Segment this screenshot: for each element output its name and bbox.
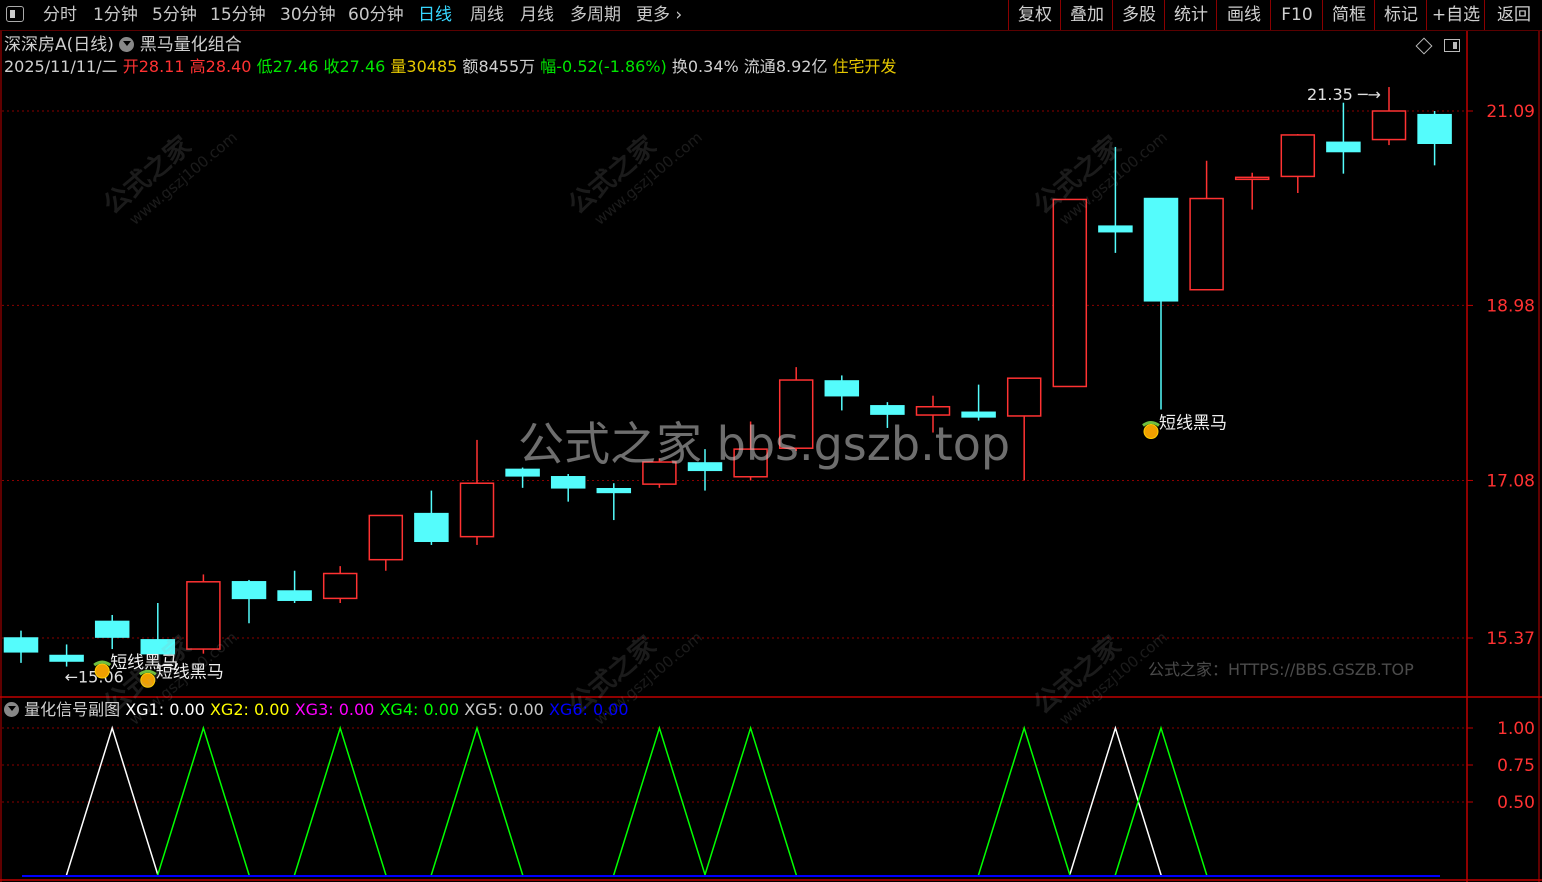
sub-panel-legend: 量化信号副图 XG1: 0.00 XG2: 0.00 XG3: 0.00 XG4… bbox=[4, 699, 629, 721]
indicator-dropdown-icon[interactable] bbox=[119, 37, 135, 52]
signal-coin-icon bbox=[1143, 424, 1159, 440]
open-value: 28.11 bbox=[138, 57, 185, 76]
window-toggle-icon[interactable] bbox=[1444, 39, 1460, 52]
signal-coin-icon bbox=[94, 663, 110, 679]
max-price-label: 21.35 ─→ bbox=[1307, 85, 1381, 104]
stock-name: 深深房A bbox=[4, 35, 67, 55]
xg4-legend: XG4: 0.00 bbox=[379, 700, 460, 719]
period-tag: (日线) bbox=[66, 35, 114, 55]
candle-body bbox=[505, 468, 540, 477]
low-value: 27.46 bbox=[272, 57, 319, 76]
candle-body bbox=[414, 512, 449, 543]
candle-body bbox=[231, 581, 267, 600]
xg3-legend: XG3: 0.00 bbox=[294, 700, 375, 719]
sub-tick-label: 0.75 bbox=[1497, 756, 1535, 776]
candle-body bbox=[1006, 377, 1042, 417]
footer-watermark: 公式之家：HTTPS://BBS.GSZB.TOP bbox=[1148, 660, 1414, 679]
candle-body bbox=[49, 654, 84, 662]
candle-body bbox=[3, 637, 39, 653]
price-tick-label: 17.08 bbox=[1486, 471, 1535, 491]
candle-body bbox=[94, 620, 130, 638]
candle-body bbox=[1234, 176, 1270, 181]
candle-body bbox=[596, 487, 632, 494]
candle-body bbox=[915, 405, 951, 416]
candle-body bbox=[1417, 113, 1452, 144]
candle-body bbox=[687, 462, 723, 472]
turnover-value: 0.34% bbox=[687, 57, 739, 76]
candle-body bbox=[186, 581, 221, 650]
candle-body bbox=[778, 379, 814, 449]
candle-body bbox=[642, 461, 677, 485]
candle-body bbox=[277, 590, 312, 601]
price-tick-label: 15.37 bbox=[1486, 629, 1535, 649]
price-tick-label: 21.09 bbox=[1486, 102, 1535, 122]
signal-label: 短线黑马 bbox=[1159, 414, 1227, 434]
stock-title-line: 深深房A(日线) 黑马量化组合 bbox=[4, 34, 242, 56]
candle-body bbox=[550, 476, 586, 489]
sub-tick-label: 0.50 bbox=[1497, 793, 1535, 813]
signal-label: 短线黑马 bbox=[156, 662, 224, 682]
candle-body bbox=[733, 448, 768, 478]
candle-body bbox=[368, 514, 404, 561]
candle-body bbox=[1143, 197, 1179, 302]
candle-body bbox=[1280, 134, 1316, 178]
sub-tick-label: 1.00 bbox=[1497, 719, 1535, 739]
candle-body bbox=[459, 482, 495, 538]
candle-body bbox=[322, 572, 358, 600]
quote-line: 2025/11/11/二 开28.11 高28.40 低27.46 收27.46… bbox=[4, 56, 897, 78]
signal-series-xg4 bbox=[156, 725, 1208, 877]
close-label: 收 bbox=[323, 57, 340, 76]
candle-body bbox=[961, 411, 996, 418]
volume-label: 量 bbox=[390, 57, 407, 76]
candle-body bbox=[1371, 110, 1407, 141]
quote-date: 2025/11/11/二 bbox=[4, 57, 118, 76]
float-value: 8.92亿 bbox=[775, 57, 828, 76]
sub-panel-title[interactable]: 量化信号副图 bbox=[24, 700, 120, 719]
kline-chart[interactable]: 21.09 18.98 17.08 15.37 1.00 0.75 0.50 21.35 ─→… bbox=[0, 0, 1542, 882]
candle-body bbox=[1326, 141, 1361, 153]
sub-panel-dropdown-icon[interactable] bbox=[4, 702, 19, 717]
xg1-legend: XG1: 0.00 bbox=[125, 700, 205, 719]
price-tick-label: 18.98 bbox=[1486, 296, 1535, 316]
open-label: 开 bbox=[122, 57, 139, 76]
change-label: 幅 bbox=[540, 57, 557, 76]
amount-label: 额 bbox=[462, 57, 479, 76]
volume-value: 30485 bbox=[406, 57, 458, 76]
sector-value: 住宅开发 bbox=[832, 57, 897, 76]
candle-body bbox=[140, 639, 176, 655]
amount-value: 8455万 bbox=[478, 57, 536, 76]
candle-body bbox=[1052, 198, 1088, 388]
xg2-legend: XG2: 0.00 bbox=[209, 700, 290, 719]
xg6-legend: XG6: 0.00 bbox=[548, 700, 629, 719]
high-value: 28.40 bbox=[205, 57, 252, 76]
candle-body bbox=[824, 380, 860, 397]
change-value: -0.52(-1.86%) bbox=[556, 57, 667, 76]
turnover-label: 换 bbox=[671, 57, 688, 76]
xg5-legend: XG5: 0.00 bbox=[464, 700, 544, 719]
indicator-name[interactable]: 黑马量化组合 bbox=[140, 35, 242, 55]
candle-body bbox=[1189, 197, 1224, 291]
signal-coin-icon bbox=[140, 672, 156, 688]
close-value: 27.46 bbox=[339, 57, 386, 76]
high-label: 高 bbox=[189, 57, 206, 76]
float-label: 流通 bbox=[743, 57, 776, 76]
candle-body bbox=[870, 405, 905, 415]
candle-body bbox=[1098, 225, 1133, 233]
low-label: 低 bbox=[256, 57, 273, 76]
